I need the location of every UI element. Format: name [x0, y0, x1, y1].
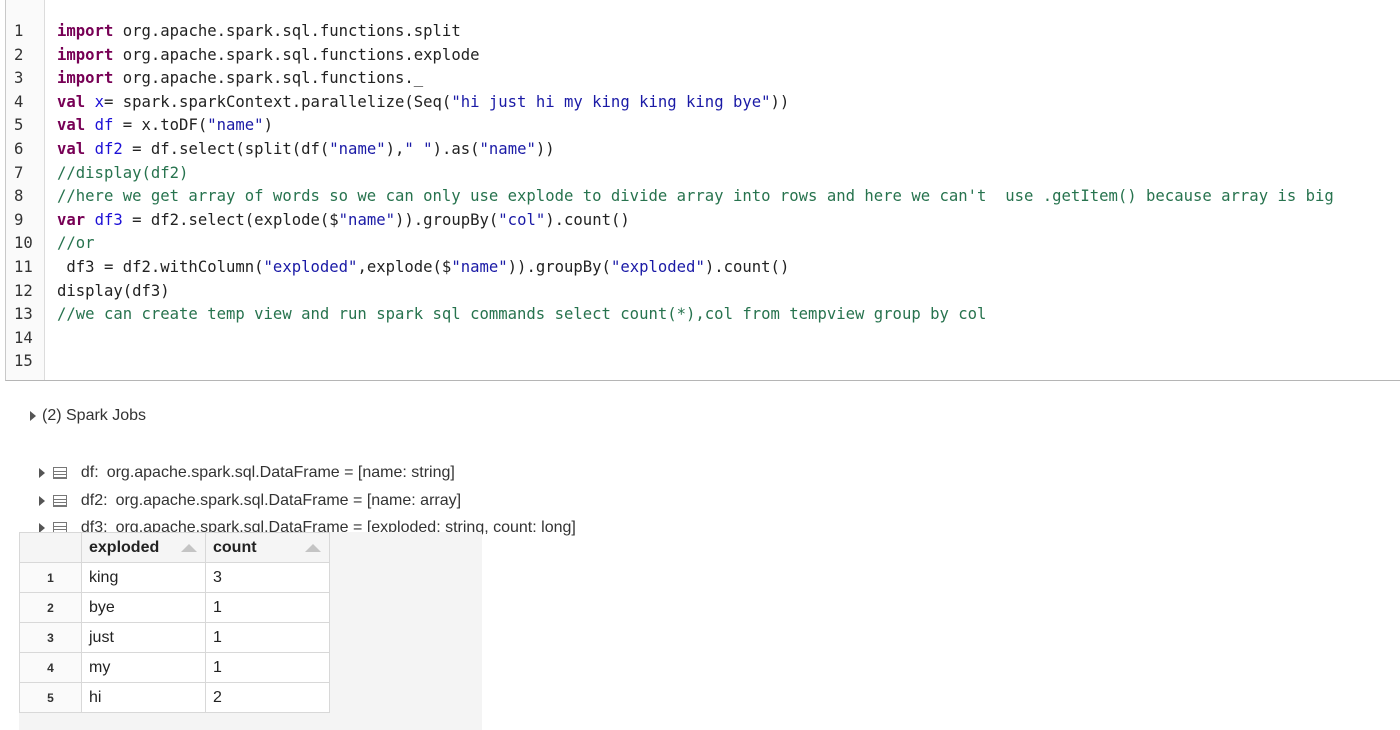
spark-jobs-toggle[interactable]: (2) Spark Jobs — [30, 405, 146, 427]
cell-exploded: bye — [81, 592, 206, 623]
code-line[interactable]: 11 df3 = df2.withColumn("exploded",explo… — [6, 255, 1400, 279]
code-text: //here we get array of words so we can o… — [57, 187, 1334, 206]
result-table: exploded count 1 king 3 2 bye 1 3 just 1… — [19, 532, 330, 713]
cell-count: 3 — [205, 562, 330, 593]
code-line[interactable]: 7 //display(df2) — [6, 161, 1400, 185]
line-number: 8 — [14, 187, 24, 206]
code-text: //display(df2) — [57, 163, 189, 182]
cell-exploded: my — [81, 652, 206, 683]
table-row: 1 king 3 — [19, 562, 330, 593]
cell-exploded: hi — [81, 682, 206, 713]
code-line[interactable]: 15 — [6, 349, 1400, 373]
table-row: 5 hi 2 — [19, 682, 330, 713]
code-text: val df2 = df.select(split(df("name")," "… — [57, 140, 555, 158]
code-line[interactable]: 5 val df = x.toDF("name") — [6, 113, 1400, 137]
sort-ascending-icon[interactable] — [181, 544, 197, 552]
dataframe-row-df2[interactable]: df2: org.apache.spark.sql.DataFrame = [na… — [30, 468, 461, 509]
code-text: import org.apache.spark.sql.functions._ — [57, 69, 424, 88]
row-index: 2 — [19, 592, 82, 623]
line-number: 15 — [14, 352, 33, 371]
line-number: 6 — [14, 140, 24, 158]
line-number: 2 — [14, 45, 24, 64]
line-number: 10 — [14, 234, 33, 253]
table-row: 3 just 1 — [19, 622, 330, 653]
row-index: 1 — [19, 562, 82, 593]
column-header-count[interactable]: count — [205, 532, 330, 563]
line-number: 9 — [14, 210, 24, 229]
cell-count: 1 — [205, 622, 330, 653]
cell-count: 1 — [205, 592, 330, 623]
line-number: 1 — [14, 22, 24, 40]
code-text: import org.apache.spark.sql.functions.ex… — [57, 45, 480, 64]
code-text: var df3 = df2.select(explode($"name")).g… — [57, 210, 630, 229]
line-number: 3 — [14, 69, 24, 88]
column-header-exploded[interactable]: exploded — [81, 532, 206, 563]
code-text: //we can create temp view and run spark … — [57, 305, 987, 324]
line-number: 5 — [14, 116, 24, 135]
table-header-row: exploded count — [19, 532, 330, 563]
table-row: 4 my 1 — [19, 652, 330, 683]
expand-caret-icon — [30, 410, 36, 421]
code-line[interactable]: 10 //or — [6, 231, 1400, 255]
code-text: val df = x.toDF("name") — [57, 116, 273, 135]
code-line[interactable]: 6 val df2 = df.select(split(df("name")," … — [6, 137, 1400, 161]
cell-exploded: just — [81, 622, 206, 653]
line-number: 4 — [14, 92, 24, 111]
cell-count: 1 — [205, 652, 330, 683]
code-editor[interactable]: 1 import org.apache.spark.sql.functions.s… — [5, 0, 1400, 381]
spark-jobs-label: (2) Spark Jobs — [42, 407, 147, 424]
line-number: 14 — [14, 328, 33, 347]
line-number: 13 — [14, 305, 33, 324]
result-table-container: exploded count 1 king 3 2 bye 1 3 just 1… — [19, 532, 482, 730]
code-line[interactable]: 3 import org.apache.spark.sql.functions._ — [6, 66, 1400, 90]
dataframe-row-df3[interactable]: df3: org.apache.spark.sql.DataFrame = [ex… — [30, 495, 576, 536]
code-text: val x= spark.sparkContext.parallelize(Se… — [57, 92, 790, 111]
code-line[interactable]: 13 //we can create temp view and run spar… — [6, 302, 1400, 326]
code-text: //or — [57, 234, 95, 253]
code-line[interactable]: 9 var df3 = df2.select(explode($"name")).… — [6, 208, 1400, 232]
code-line[interactable]: 1 import org.apache.spark.sql.functions.s… — [6, 19, 1400, 43]
code-text: display(df3) — [57, 281, 170, 300]
line-number: 11 — [14, 258, 33, 276]
row-index: 5 — [19, 682, 82, 713]
code-line[interactable]: 12 display(df3) — [6, 279, 1400, 303]
cell-count: 2 — [205, 682, 330, 713]
cell-exploded: king — [81, 562, 206, 593]
row-index: 4 — [19, 652, 82, 683]
table-row: 2 bye 1 — [19, 592, 330, 623]
code-line[interactable]: 4 val x= spark.sparkContext.parallelize(S… — [6, 90, 1400, 114]
row-index: 3 — [19, 622, 82, 653]
code-text: df3 = df2.withColumn("exploded",explode(… — [57, 258, 790, 276]
code-text: import org.apache.spark.sql.functions.sp… — [57, 22, 461, 40]
line-number: 12 — [14, 281, 33, 300]
code-line[interactable]: 8 //here we get array of words so we can … — [6, 184, 1400, 208]
line-number: 7 — [14, 163, 24, 182]
row-index-header — [19, 532, 82, 563]
code-line[interactable]: 14 — [6, 326, 1400, 350]
dataframe-row-df[interactable]: df: org.apache.spark.sql.DataFrame = [nam… — [30, 440, 455, 481]
code-line[interactable]: 2 import org.apache.spark.sql.functions.e… — [6, 43, 1400, 67]
sort-ascending-icon[interactable] — [305, 544, 321, 552]
